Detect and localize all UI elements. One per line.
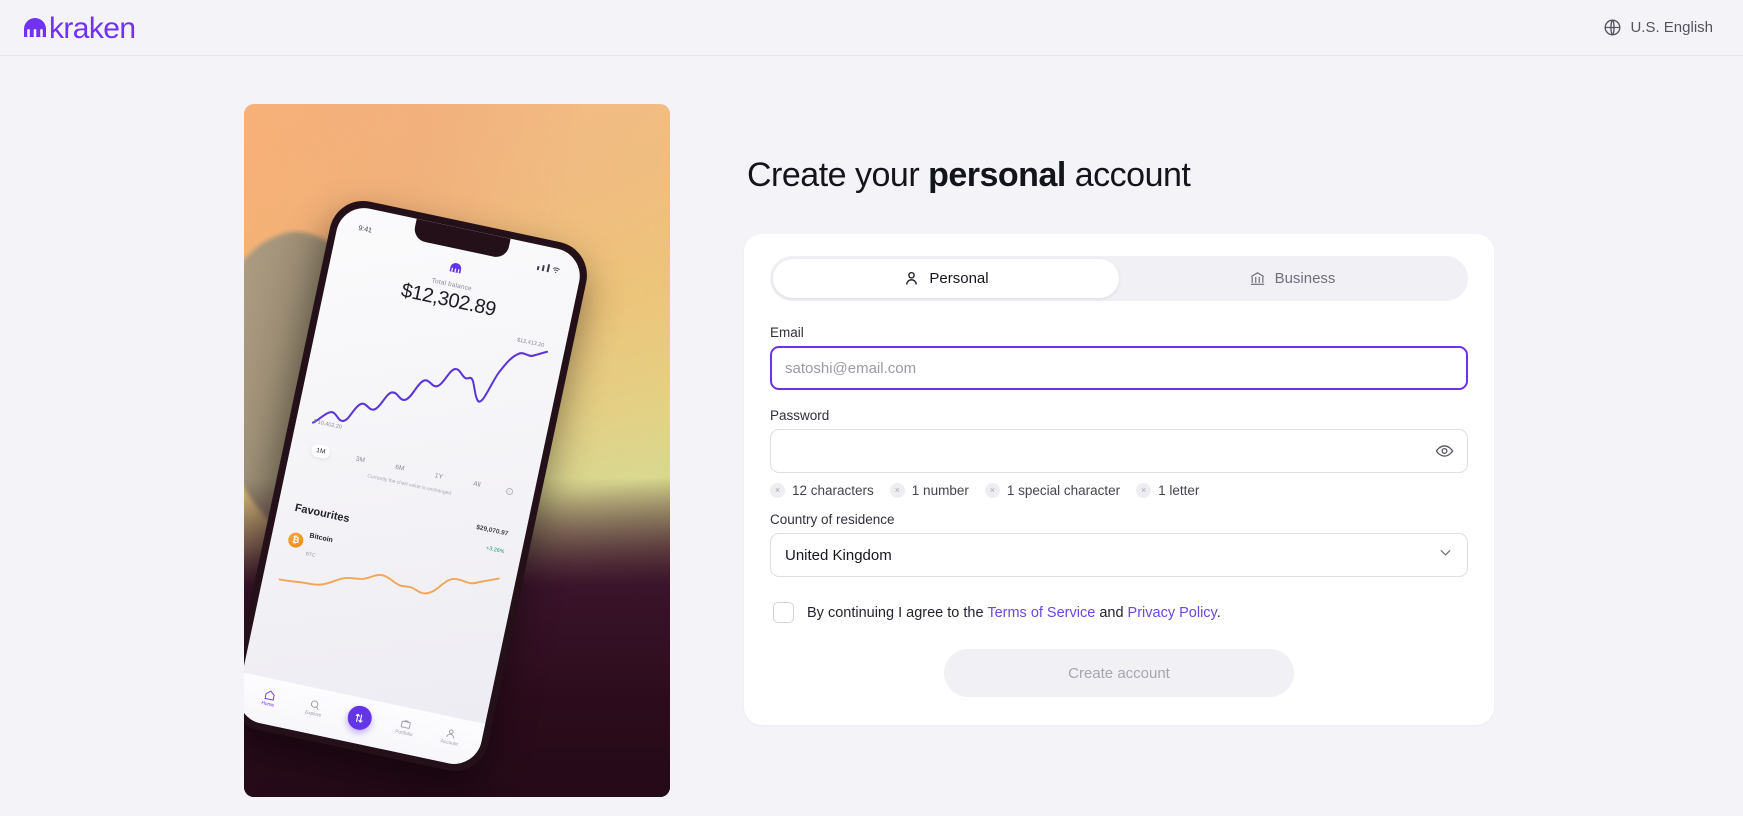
phone-tab-portfolio: Portfolio (387, 715, 424, 740)
terms-text: By continuing I agree to the Terms of Se… (807, 605, 1221, 621)
status-icons (536, 262, 561, 275)
page-title-emphasis: personal (928, 156, 1066, 194)
password-field-group: Password × 12 characters × 1 number × 1 … (770, 408, 1468, 498)
requirement-unmet-icon: × (889, 483, 905, 498)
terms-row: By continuing I agree to the Terms of Se… (770, 602, 1468, 623)
password-label: Password (770, 408, 830, 423)
requirement-label: 1 special character (1006, 483, 1121, 498)
main-content: 9:41 Total balance $12,302.89 $12,413.20… (0, 56, 1743, 797)
password-visibility-toggle[interactable] (1433, 440, 1456, 463)
language-selector[interactable]: U.S. English (1595, 12, 1721, 43)
phone-tab-explore: Explore (296, 696, 333, 721)
requirement-unmet-icon: × (770, 483, 785, 498)
globe-icon (1603, 18, 1622, 37)
password-input[interactable] (770, 429, 1468, 473)
page-title-prefix: Create your (747, 156, 929, 194)
kraken-wordmark: kraken (49, 11, 136, 45)
phone-favourite-price: $29,070.97 (475, 523, 509, 538)
country-label: Country of residence (770, 512, 895, 527)
top-header: kraken U.S. English (0, 0, 1743, 56)
phone-coin-name: Bitcoin (308, 532, 334, 545)
phone-info-icon: i (505, 487, 514, 496)
phone-trade-fab-icon (345, 703, 374, 733)
email-input[interactable] (770, 346, 1468, 390)
signup-section: Create your personal account Personal Bu… (744, 104, 1499, 725)
phone-range-1y: 1Y (434, 472, 444, 481)
terms-suffix: . (1216, 604, 1221, 621)
person-icon (903, 270, 920, 287)
phone-favourite-price-block: $29,070.97 +3.26% (471, 516, 510, 558)
phone-favourite-change: +3.26% (485, 545, 505, 556)
privacy-policy-link[interactable]: Privacy Policy (1128, 605, 1217, 621)
promo-image: 9:41 Total balance $12,302.89 $12,413.20… (244, 104, 670, 797)
password-requirement: × 1 letter (1136, 483, 1199, 498)
terms-prefix: By continuing I agree to the (807, 604, 988, 621)
create-account-button[interactable]: Create account (944, 649, 1294, 697)
page-title: Create your personal account (747, 156, 1499, 195)
tab-business-label: Business (1274, 270, 1336, 287)
phone-tab-trade-button (341, 703, 379, 734)
phone-tab-home-label: Home (260, 701, 275, 709)
phone-tab-portfolio-label: Portfolio (394, 729, 413, 739)
signup-card: Personal Business Email satoshi@email.co… (744, 234, 1494, 725)
page-title-suffix: account (1065, 156, 1191, 194)
requirement-label: 12 characters (792, 483, 874, 498)
eye-icon (1435, 442, 1454, 461)
requirement-unmet-icon: × (984, 483, 1000, 498)
status-time: 9:41 (357, 224, 373, 235)
phone-range-6m: 6M (394, 463, 405, 473)
country-field-group: Country of residence United Kingdom (770, 512, 1468, 577)
country-selected-value: United Kingdom (785, 546, 892, 564)
password-requirement: × 12 characters (770, 483, 874, 498)
bank-icon (1249, 270, 1266, 287)
password-requirements: × 12 characters × 1 number × 1 special c… (770, 483, 1468, 498)
tab-personal-label: Personal (929, 270, 989, 287)
phone-tab-account: Account (432, 725, 469, 750)
kraken-logo[interactable]: kraken (22, 11, 136, 45)
phone-tab-home: Home (250, 686, 287, 711)
email-label: Email (770, 325, 804, 340)
phone-coin-symbol: BTC (304, 551, 317, 560)
password-requirement: × 1 number (889, 483, 969, 498)
requirement-label: 1 letter (1158, 483, 1200, 498)
terms-of-service-link[interactable]: Terms of Service (987, 605, 1095, 621)
account-type-toggle: Personal Business (770, 256, 1468, 301)
phone-tab-account-label: Account (440, 739, 459, 748)
terms-middle: and (1095, 604, 1128, 621)
terms-checkbox[interactable] (773, 602, 794, 623)
country-select[interactable]: United Kingdom (770, 533, 1468, 577)
tab-business[interactable]: Business (1119, 259, 1465, 298)
requirement-unmet-icon: × (1136, 483, 1152, 498)
email-field-group: Email (770, 325, 1468, 390)
requirement-label: 1 number (911, 483, 969, 498)
tab-personal[interactable]: Personal (773, 259, 1119, 298)
kraken-mark-icon (22, 17, 48, 38)
language-label: U.S. English (1630, 19, 1713, 36)
phone-range-3m: 3M (355, 455, 366, 465)
password-requirement: × 1 special character (984, 483, 1121, 498)
phone-tab-explore-label: Explore (304, 710, 322, 719)
phone-range-1m: 1M (310, 443, 332, 460)
phone-range-all: All (472, 480, 482, 489)
